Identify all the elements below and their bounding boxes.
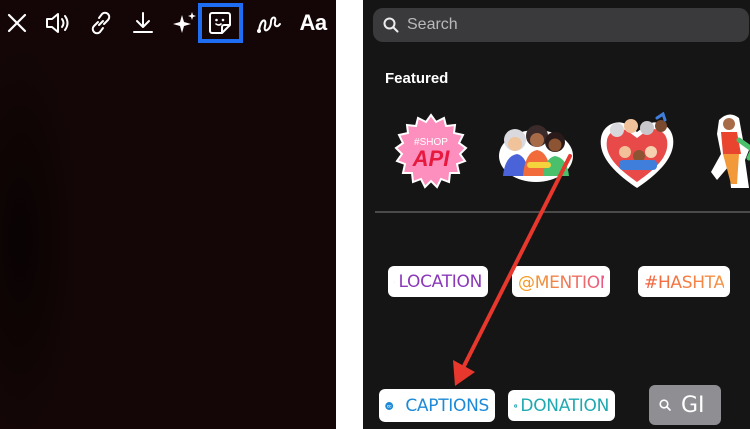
- shop-api-sticker[interactable]: #SHOP API: [393, 113, 469, 189]
- gif-search-button[interactable]: GI: [649, 385, 721, 425]
- mention-label-graphic: @MENTION: [518, 273, 604, 293]
- section-separator: [375, 211, 750, 213]
- featured-heading: Featured: [385, 70, 449, 87]
- captions-sticker-button[interactable]: CC CAPTIONS: [379, 389, 495, 422]
- arrow-shaft: [461, 154, 572, 370]
- sound-icon[interactable]: [41, 6, 75, 40]
- sticker-tray: Search Featured #SHOP API LOCATION @MENT…: [363, 0, 750, 429]
- raised-arm: [655, 112, 667, 122]
- people-bodies: [619, 160, 657, 170]
- story-editor-panel: Aa: [0, 0, 336, 429]
- close-icon[interactable]: [0, 6, 34, 40]
- shop-api-text: API: [412, 146, 451, 171]
- hashtag-label-graphic: #HASHTAG: [644, 273, 724, 293]
- sticker-highlight-box: [198, 3, 243, 43]
- cc-icon: CC: [385, 401, 394, 410]
- text-tool-button[interactable]: Aa: [296, 6, 330, 40]
- mention-sticker-button[interactable]: @MENTION: [512, 266, 610, 297]
- hashtag-sticker-button[interactable]: #HASHTAG: [638, 266, 730, 297]
- donation-label: DONATION: [520, 395, 609, 416]
- person-head: [619, 146, 631, 158]
- person-head: [610, 123, 624, 137]
- heart-family-sticker[interactable]: [597, 112, 677, 190]
- panel-divider: [336, 0, 363, 429]
- search-icon: [659, 399, 671, 411]
- donation-heart-icon: [514, 403, 518, 408]
- location-sticker-button[interactable]: LOCATION: [388, 266, 488, 297]
- person-head: [640, 121, 654, 135]
- draw-icon[interactable]: [252, 6, 286, 40]
- person-face: [548, 138, 562, 152]
- search-input[interactable]: Search: [407, 16, 458, 34]
- location-label: LOCATION: [398, 271, 482, 292]
- person-face: [508, 137, 522, 151]
- person-head: [723, 118, 735, 130]
- scarf: [527, 162, 551, 168]
- link-icon[interactable]: [84, 6, 118, 40]
- hashtag-label: #HASHTAG: [644, 273, 724, 293]
- mention-label: @MENTION: [518, 273, 604, 293]
- dancing-people-sticker[interactable]: [709, 110, 750, 194]
- person-head: [655, 120, 667, 132]
- search-bar[interactable]: Search: [373, 8, 749, 42]
- gif-label: GI: [681, 392, 705, 418]
- person-face: [530, 133, 544, 147]
- annotation-arrow: [453, 154, 572, 386]
- background-shadow: [0, 40, 80, 429]
- arrow-head: [453, 360, 475, 386]
- captions-label: CAPTIONS: [405, 395, 489, 416]
- download-icon[interactable]: [126, 6, 160, 40]
- person-head: [645, 146, 657, 158]
- sparkles-icon[interactable]: [168, 6, 202, 40]
- story-toolbar: Aa: [0, 0, 336, 48]
- donation-sticker-button[interactable]: DONATION: [508, 390, 615, 421]
- person-head: [624, 119, 638, 133]
- search-icon: [383, 17, 399, 33]
- people-group-sticker[interactable]: [497, 118, 575, 184]
